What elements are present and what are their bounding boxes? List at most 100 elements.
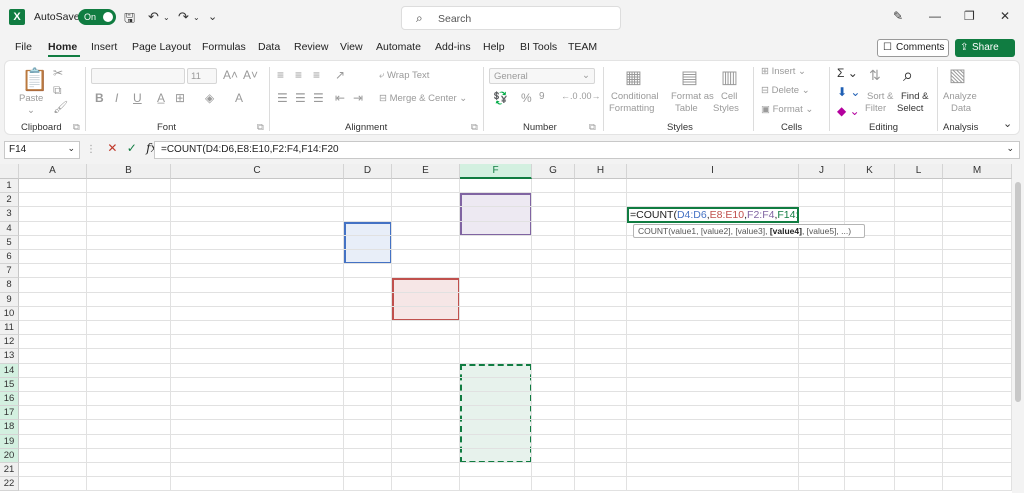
grid-cell[interactable] xyxy=(532,363,575,378)
tab-help[interactable]: Help xyxy=(483,41,505,53)
data-cell[interactable] xyxy=(171,392,344,407)
row-header[interactable]: 1 xyxy=(0,179,19,194)
fill-color-icon[interactable]: ◈ xyxy=(205,91,214,105)
align-left-icon[interactable]: ☰ xyxy=(277,91,288,105)
cell-styles-icon[interactable]: ▥ xyxy=(721,67,738,88)
column-header-h[interactable]: H xyxy=(575,164,627,179)
grid-cell[interactable] xyxy=(532,193,575,208)
grid-cell[interactable] xyxy=(799,306,845,321)
font-size-dropdown[interactable]: 11 xyxy=(187,68,217,84)
grid-cell[interactable] xyxy=(627,363,799,378)
minimize-icon[interactable]: — xyxy=(929,9,941,23)
data-cell[interactable] xyxy=(392,420,460,435)
scrollbar-thumb[interactable] xyxy=(1015,182,1021,402)
data-cell[interactable] xyxy=(344,250,392,265)
grid-cell[interactable] xyxy=(627,463,799,478)
data-cell[interactable] xyxy=(87,250,171,265)
find-select-label-1[interactable]: Find & xyxy=(901,91,928,102)
grid-cell[interactable] xyxy=(943,377,1012,392)
grid-cell[interactable] xyxy=(87,477,171,492)
data-cell[interactable] xyxy=(392,406,460,421)
grid-cell[interactable] xyxy=(19,477,87,492)
grid-cell[interactable] xyxy=(799,349,845,364)
data-cell[interactable] xyxy=(392,392,460,407)
grid-cell[interactable] xyxy=(943,321,1012,336)
align-bottom-icon[interactable]: ≡ xyxy=(313,68,320,82)
data-cell[interactable] xyxy=(344,335,392,350)
column-header-c[interactable]: C xyxy=(171,164,344,179)
grid-cell[interactable] xyxy=(799,377,845,392)
clear-icon[interactable]: ◆ ⌄ xyxy=(837,104,860,118)
grid-cell[interactable] xyxy=(575,349,627,364)
grid-cell[interactable] xyxy=(845,193,895,208)
delete-button[interactable]: ⊟ Delete ⌄ xyxy=(761,85,810,96)
grid-cell[interactable] xyxy=(845,335,895,350)
data-cell[interactable] xyxy=(19,306,87,321)
grid-cell[interactable] xyxy=(943,250,1012,265)
conditional-formatting-icon[interactable]: ▦ xyxy=(625,67,642,88)
grid-cell[interactable] xyxy=(460,477,532,492)
font-name-dropdown[interactable] xyxy=(91,68,185,84)
grid-cell[interactable] xyxy=(575,321,627,336)
column-header-g[interactable]: G xyxy=(532,164,575,179)
column-title[interactable] xyxy=(19,179,87,194)
data-cell[interactable] xyxy=(171,420,344,435)
grid-cell[interactable] xyxy=(845,349,895,364)
formula-input[interactable]: =COUNT(D4:D6,E8:E10,F2:F4,F14:F20 ⌄ xyxy=(154,141,1020,159)
data-cell[interactable] xyxy=(460,434,532,449)
autosave-toggle[interactable]: On xyxy=(78,9,116,25)
data-cell[interactable] xyxy=(19,321,87,336)
grid-cell[interactable] xyxy=(799,420,845,435)
row-header[interactable]: 18 xyxy=(0,420,19,435)
grid-cell[interactable] xyxy=(895,448,943,463)
tab-insert[interactable]: Insert xyxy=(91,41,117,53)
grid-cell[interactable] xyxy=(943,406,1012,421)
grid-cell[interactable] xyxy=(895,235,943,250)
undo-icon[interactable]: ↶ xyxy=(148,9,159,25)
grid-cell[interactable] xyxy=(627,349,799,364)
grid-cell[interactable] xyxy=(943,235,1012,250)
data-cell[interactable] xyxy=(19,264,87,279)
grid-cell[interactable] xyxy=(575,406,627,421)
data-cell[interactable] xyxy=(460,306,532,321)
grid-cell[interactable] xyxy=(895,335,943,350)
grid-cell[interactable] xyxy=(895,207,943,222)
grid-cell[interactable] xyxy=(627,278,799,293)
data-cell[interactable] xyxy=(19,250,87,265)
column-header-e[interactable]: E xyxy=(392,164,460,179)
data-cell[interactable] xyxy=(19,406,87,421)
conditional-formatting-label-1[interactable]: Conditional xyxy=(611,91,659,102)
grid-cell[interactable] xyxy=(895,434,943,449)
grid-cell[interactable] xyxy=(799,363,845,378)
grid-cell[interactable] xyxy=(532,406,575,421)
data-cell[interactable] xyxy=(392,292,460,307)
grid-cell[interactable] xyxy=(627,250,799,265)
data-cell[interactable] xyxy=(19,207,87,222)
tab-automate[interactable]: Automate xyxy=(376,41,421,53)
data-cell[interactable] xyxy=(392,207,460,222)
undo-dropdown-icon[interactable]: ⌄ xyxy=(163,13,170,22)
analyze-data-icon[interactable]: ▧ xyxy=(949,65,966,86)
row-header[interactable]: 12 xyxy=(0,335,19,350)
data-cell[interactable] xyxy=(171,406,344,421)
row-header[interactable]: 14 xyxy=(0,363,19,378)
data-cell[interactable] xyxy=(344,235,392,250)
grid-cell[interactable] xyxy=(895,264,943,279)
data-cell[interactable] xyxy=(460,420,532,435)
data-cell[interactable] xyxy=(87,306,171,321)
grid-cell[interactable] xyxy=(627,434,799,449)
grid-cell[interactable] xyxy=(799,250,845,265)
grid-cell[interactable] xyxy=(171,477,344,492)
data-cell[interactable] xyxy=(19,193,87,208)
align-center-icon[interactable]: ☰ xyxy=(295,91,306,105)
grid-cell[interactable] xyxy=(627,406,799,421)
font-launcher-icon[interactable]: ⧉ xyxy=(257,122,264,133)
grid-cell[interactable] xyxy=(627,321,799,336)
grid-cell[interactable] xyxy=(627,420,799,435)
grid-cell[interactable] xyxy=(575,292,627,307)
format-painter-icon[interactable]: 🖌 xyxy=(53,100,68,114)
grid-cell[interactable] xyxy=(532,292,575,307)
data-cell[interactable] xyxy=(460,392,532,407)
tab-page-layout[interactable]: Page Layout xyxy=(132,41,191,53)
grid-cell[interactable] xyxy=(943,193,1012,208)
